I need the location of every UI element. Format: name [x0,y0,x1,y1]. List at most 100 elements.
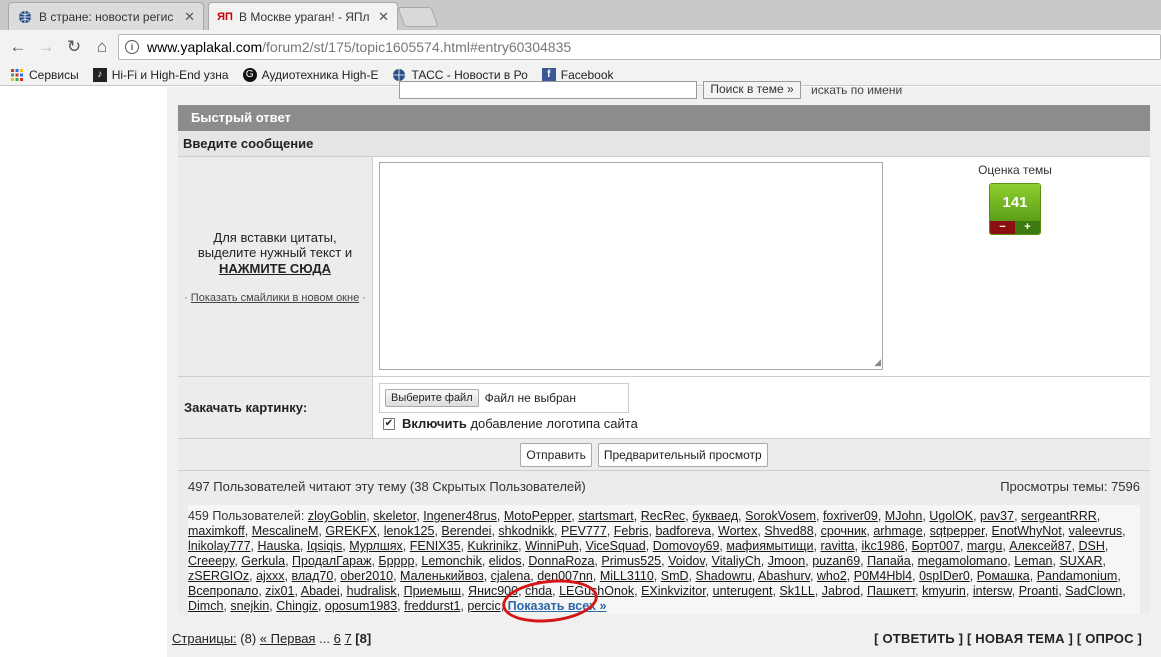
user-link[interactable]: Creeepy [188,554,234,568]
new-tab-button[interactable] [397,7,439,27]
user-link[interactable]: zix01 [265,584,294,598]
user-link[interactable]: Chingiz [276,599,318,613]
bookmark-tass[interactable]: ТАСС - Новости в Ро [392,68,528,82]
user-link[interactable]: lnikolay777 [188,539,251,553]
page-6-link[interactable]: 6 [334,631,341,646]
user-link[interactable]: Пашкетт [867,584,915,598]
user-link[interactable]: FENIX35 [410,539,461,553]
topic-search-button[interactable]: Поиск в теме » [703,81,801,99]
topic-search-input[interactable] [399,81,697,99]
back-icon[interactable]: ← [4,33,32,61]
user-link[interactable]: Gerkula [241,554,285,568]
user-link[interactable]: SUXAR [1059,554,1102,568]
user-link[interactable]: влад70 [292,569,334,583]
user-link[interactable]: megamolomano [918,554,1008,568]
user-link[interactable]: DonnaRoza [528,554,594,568]
search-by-name-checkbox[interactable]: искать по имени [811,83,902,97]
user-link[interactable]: Dimch [188,599,223,613]
quote-link[interactable]: НАЖМИТЕ СЮДА [219,261,331,276]
message-textarea[interactable]: ◢ [379,162,883,370]
user-link[interactable]: kmyurin [922,584,966,598]
user-link[interactable]: Алексей87 [1009,539,1071,553]
home-icon[interactable]: ⌂ [88,33,116,61]
user-link[interactable]: Jabrod [822,584,860,598]
user-link[interactable]: ikc1986 [861,539,904,553]
show-all-users-link[interactable]: Показать всех » [508,599,607,613]
user-link[interactable]: DSH [1079,539,1105,553]
user-link[interactable]: elidos [489,554,522,568]
user-link[interactable]: lenok125 [384,524,435,538]
user-link[interactable]: RecRec [641,509,685,523]
forward-icon[interactable]: → [32,33,60,61]
user-link[interactable]: ПродалГараж [292,554,371,568]
user-link[interactable]: Маленькийвоз [400,569,484,583]
user-link[interactable]: Primus525 [601,554,661,568]
info-icon[interactable]: i [125,40,139,54]
user-link[interactable]: arhmage [873,524,922,538]
show-smilies-link[interactable]: Показать смайлики в новом окне [191,292,359,304]
user-link[interactable]: GREKFX [325,524,376,538]
user-link[interactable]: Wortex [718,524,757,538]
reload-icon[interactable]: ↻ [60,33,88,61]
user-link[interactable]: Voidov [668,554,705,568]
bookmark-facebook[interactable]: f Facebook [541,67,614,82]
user-link[interactable]: Leman [1014,554,1052,568]
user-link[interactable]: VitaliyCh [712,554,761,568]
user-link[interactable]: MotoPepper [504,509,571,523]
user-link[interactable]: chda [525,584,552,598]
user-link[interactable]: Sk1LL [779,584,814,598]
reply-link[interactable]: [ ОТВЕТИТЬ ] [874,631,963,646]
submit-button[interactable]: Отправить [520,442,592,467]
page-7-link[interactable]: 7 [344,631,351,646]
user-link[interactable]: zloyGoblin [308,509,366,523]
user-link[interactable]: cjalena [491,569,531,583]
user-link[interactable]: oposum1983 [325,599,397,613]
user-link[interactable]: zSERGIOz [188,569,249,583]
first-page-link[interactable]: « Первая [260,631,316,646]
user-link[interactable]: Berendei [441,524,491,538]
user-link[interactable]: MJohn [885,509,923,523]
user-link[interactable]: Всепропало [188,584,258,598]
user-link[interactable]: ajxxx [256,569,284,583]
user-link[interactable]: intersw [973,584,1012,598]
user-link[interactable]: Ingener48rus [423,509,497,523]
bookmark-hifi[interactable]: ♪ Hi-Fi и High-End узна [92,67,229,82]
user-link[interactable]: Abashurv [758,569,810,583]
user-link[interactable]: Янис900 [468,584,518,598]
user-link[interactable]: Lemonchik [421,554,481,568]
user-link[interactable]: SorokVosem [745,509,816,523]
user-link[interactable]: freddurst1 [404,599,460,613]
user-link[interactable]: PEV777 [561,524,607,538]
user-link[interactable]: Domovoy69 [653,539,720,553]
user-link[interactable]: ViceSquad [586,539,646,553]
user-link[interactable]: sergeantRRR [1021,509,1097,523]
user-link[interactable]: LEGushOnok [559,584,634,598]
user-link[interactable]: unterugent [713,584,773,598]
user-link[interactable]: Iqsiqis [307,539,342,553]
user-link[interactable]: foxriver09 [823,509,878,523]
bookmark-audio[interactable]: G Аудиотехника High-E [242,67,378,82]
user-link[interactable]: Pandamonium [1037,569,1118,583]
resize-handle-icon[interactable]: ◢ [874,357,881,368]
user-link[interactable]: badforeva [655,524,711,538]
logo-checkbox[interactable]: ✔ [383,417,395,430]
rating-minus-button[interactable]: − [990,220,1015,234]
user-link[interactable]: UgolOK [929,509,973,523]
logo-option[interactable]: ✔ Включить добавление логотипа сайта [383,416,638,431]
user-link[interactable]: puzan69 [812,554,860,568]
pages-label[interactable]: Страницы: [172,631,237,646]
user-link[interactable]: hudralisk [347,584,397,598]
close-icon[interactable]: ✕ [184,9,195,25]
user-link[interactable]: P0M4Hbl4 [854,569,912,583]
user-link[interactable]: Папайа [867,554,911,568]
user-link[interactable]: MescalineM [252,524,319,538]
user-link[interactable]: who2 [817,569,847,583]
tab-news[interactable]: В стране: новости регис ✕ [8,2,204,30]
close-icon[interactable]: ✕ [378,9,389,25]
user-link[interactable]: Hauska [258,539,300,553]
user-link[interactable]: percic [467,599,500,613]
user-link[interactable]: EXinkvizitor [641,584,706,598]
user-link[interactable]: Proanti [1019,584,1059,598]
user-link[interactable]: срочник [821,524,867,538]
user-link[interactable]: букваед [692,509,738,523]
